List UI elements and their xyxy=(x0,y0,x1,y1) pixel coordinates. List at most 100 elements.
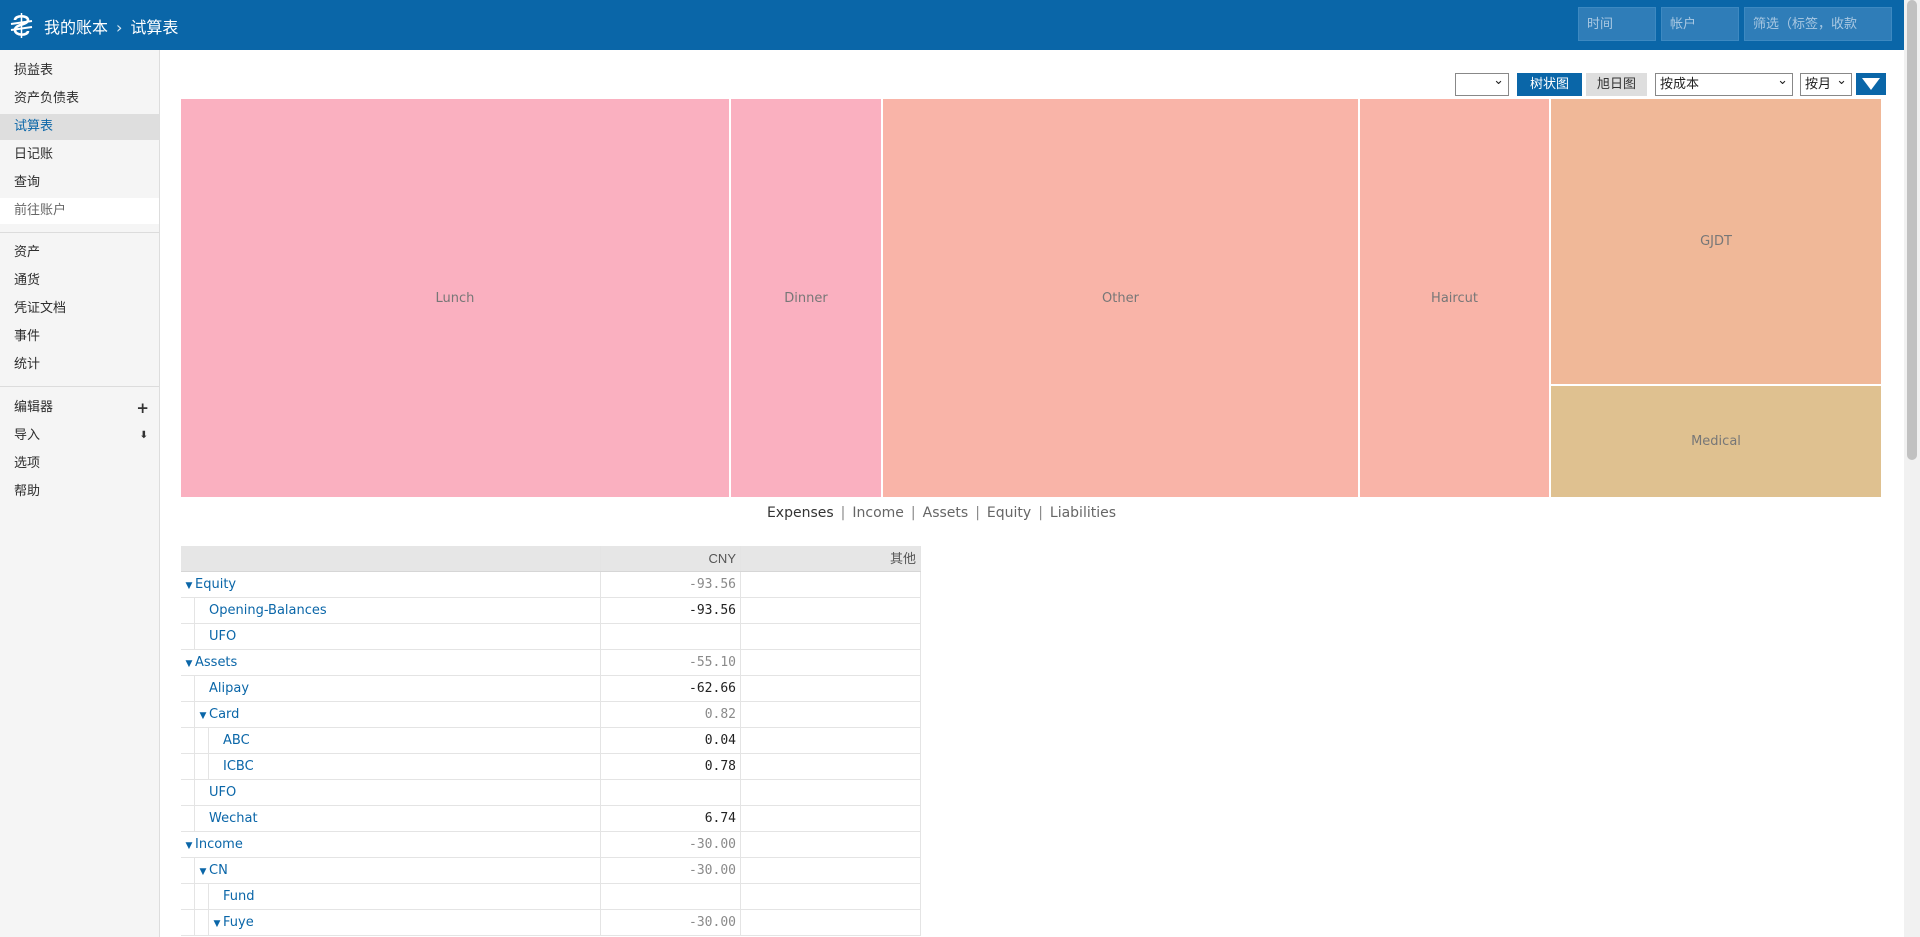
table-row: ABC 0.04 xyxy=(181,728,921,754)
filter-toggle-button[interactable] xyxy=(1856,73,1886,95)
sidebar-item-editor[interactable]: 编辑器 + xyxy=(0,395,159,421)
account-cell: Fund xyxy=(181,884,601,909)
scrollbar-thumb[interactable] xyxy=(1907,0,1917,460)
sidebar-item-import[interactable]: 导入 ⬇ xyxy=(0,423,159,449)
cny-balance-cell xyxy=(601,624,741,649)
cny-balance-cell: 0.82 xyxy=(601,702,741,727)
sunburst-button[interactable]: 旭日图 xyxy=(1586,73,1647,96)
sidebar-item-balance-sheet[interactable]: 资产负债表 xyxy=(0,86,159,112)
account-link[interactable]: Card xyxy=(209,707,239,722)
other-balance-cell xyxy=(741,806,921,831)
tree-guide-line xyxy=(194,624,195,649)
account-cell: ABC xyxy=(181,728,601,753)
breadcrumb-separator: › xyxy=(116,18,123,37)
page-scrollbar[interactable] xyxy=(1904,0,1920,937)
expand-triangle-icon[interactable]: ▼ xyxy=(197,860,209,885)
account-link[interactable]: UFO xyxy=(209,629,236,644)
plus-icon[interactable]: + xyxy=(136,395,149,421)
triangle-down-icon xyxy=(1862,78,1880,90)
sidebar-item-documents[interactable]: 凭证文档 xyxy=(0,296,159,322)
logo-icon[interactable] xyxy=(8,12,35,39)
treemap-tile-label: GJDT xyxy=(1700,234,1732,249)
expand-triangle-icon[interactable]: ▼ xyxy=(197,704,209,729)
treemap-tile-label: Medical xyxy=(1691,434,1741,449)
chart-tab-liabilities[interactable]: Liabilities xyxy=(1043,505,1123,521)
cny-balance-cell: -30.00 xyxy=(601,858,741,883)
treemap-tile-dinner[interactable]: Dinner xyxy=(731,99,883,499)
table-row: ▼ Equity -93.56 xyxy=(181,572,921,598)
sidebar-item-assets[interactable]: 资产 xyxy=(0,240,159,266)
app-name-link[interactable]: 我的账本 xyxy=(44,18,108,37)
sidebar-item-go-to-account[interactable]: 前往账户 xyxy=(0,198,159,224)
tree-guide-line xyxy=(194,728,195,753)
treemap-tile-label: Lunch xyxy=(435,290,475,306)
treemap-button[interactable]: 树状图 xyxy=(1517,73,1582,96)
account-link[interactable]: Assets xyxy=(195,655,237,670)
account-cell: ▼ Assets xyxy=(181,650,601,675)
sidebar-item-trial-balance[interactable]: 试算表 xyxy=(0,114,159,140)
chart-tab-equity[interactable]: Equity xyxy=(980,505,1038,521)
sidebar-item-query[interactable]: 查询 xyxy=(0,170,159,196)
cny-balance-cell: 0.04 xyxy=(601,728,741,753)
account-cell: Alipay xyxy=(181,676,601,701)
sidebar-item-statistics[interactable]: 统计 xyxy=(0,352,159,378)
treemap-tile-medical[interactable]: Medical xyxy=(1551,386,1883,499)
account-link[interactable]: Wechat xyxy=(209,811,258,826)
sidebar: 损益表 资产负债表 试算表 日记账 查询 前往账户 资产 通货 凭证文档 事件 … xyxy=(0,50,160,937)
account-link[interactable]: Fuye xyxy=(223,915,254,930)
treemap-tile-haircut[interactable]: Haircut xyxy=(1360,99,1551,499)
top-header: 我的账本 › 试算表 时间 帐户 筛选（标签，收款 xyxy=(0,0,1920,50)
cny-balance-cell: -93.56 xyxy=(601,572,741,597)
table-row: ▼ Fuye -30.00 xyxy=(181,910,921,936)
cny-balance-cell: 6.74 xyxy=(601,806,741,831)
table-row: Opening-Balances -93.56 xyxy=(181,598,921,624)
expand-triangle-icon[interactable]: ▼ xyxy=(183,652,195,677)
other-balance-cell xyxy=(741,910,921,935)
account-cell: ▼ Equity xyxy=(181,572,601,597)
conversion-select[interactable]: 按成本 xyxy=(1655,70,1793,96)
account-cell: ▼ Card xyxy=(181,702,601,727)
table-row: ▼ CN -30.00 xyxy=(181,858,921,884)
cny-balance-cell: 0.78 xyxy=(601,754,741,779)
header-cny[interactable]: CNY xyxy=(601,546,741,571)
account-link[interactable]: ICBC xyxy=(223,759,254,774)
expand-triangle-icon[interactable]: ▼ xyxy=(183,834,195,859)
treemap-tile-other[interactable]: Other xyxy=(883,99,1360,499)
sidebar-item-commodities[interactable]: 通货 xyxy=(0,268,159,294)
download-icon[interactable]: ⬇ xyxy=(140,423,148,449)
tag-filter-input[interactable]: 筛选（标签，收款 xyxy=(1744,7,1892,41)
expand-triangle-icon[interactable]: ▼ xyxy=(183,574,195,599)
chart-tab-assets[interactable]: Assets xyxy=(916,505,976,521)
expand-triangle-icon[interactable]: ▼ xyxy=(211,912,223,937)
sidebar-item-journal[interactable]: 日记账 xyxy=(0,142,159,168)
table-row: Fund xyxy=(181,884,921,910)
account-cell: UFO xyxy=(181,780,601,805)
account-link[interactable]: Income xyxy=(195,837,243,852)
tree-guide-line xyxy=(194,858,195,883)
chart-tab-expenses[interactable]: Expenses xyxy=(760,505,841,521)
header-other[interactable]: 其他 xyxy=(741,546,921,571)
account-link[interactable]: UFO xyxy=(209,785,236,800)
account-link[interactable]: CN xyxy=(209,863,228,878)
account-link[interactable]: Opening-Balances xyxy=(209,603,327,618)
sidebar-item-help[interactable]: 帮助 xyxy=(0,479,159,505)
account-cell: ▼ Fuye xyxy=(181,910,601,935)
trial-balance-table: CNY 其他 ▼ Equity -93.56 Opening-Balances -93.… xyxy=(181,546,921,936)
treemap-tile-lunch[interactable]: Lunch xyxy=(181,99,731,499)
account-link[interactable]: Equity xyxy=(195,577,236,592)
page-title: 试算表 xyxy=(130,18,179,37)
time-filter-input[interactable]: 时间 xyxy=(1578,7,1656,41)
cny-balance-cell: -30.00 xyxy=(601,910,741,935)
currency-select[interactable] xyxy=(1455,70,1509,96)
interval-select[interactable]: 按月 xyxy=(1800,70,1852,96)
account-link[interactable]: Alipay xyxy=(209,681,249,696)
account-link[interactable]: ABC xyxy=(223,733,250,748)
account-filter-input[interactable]: 帐户 xyxy=(1661,7,1739,41)
sidebar-item-income-statement[interactable]: 损益表 xyxy=(0,58,159,84)
treemap-chart: Lunch Dinner Other Haircut GJDT Medical xyxy=(181,99,1883,499)
sidebar-item-events[interactable]: 事件 xyxy=(0,324,159,350)
sidebar-item-options[interactable]: 选项 xyxy=(0,451,159,477)
account-link[interactable]: Fund xyxy=(223,889,255,904)
chart-tab-income[interactable]: Income xyxy=(845,505,911,521)
treemap-tile-gjdt[interactable]: GJDT xyxy=(1551,99,1883,386)
